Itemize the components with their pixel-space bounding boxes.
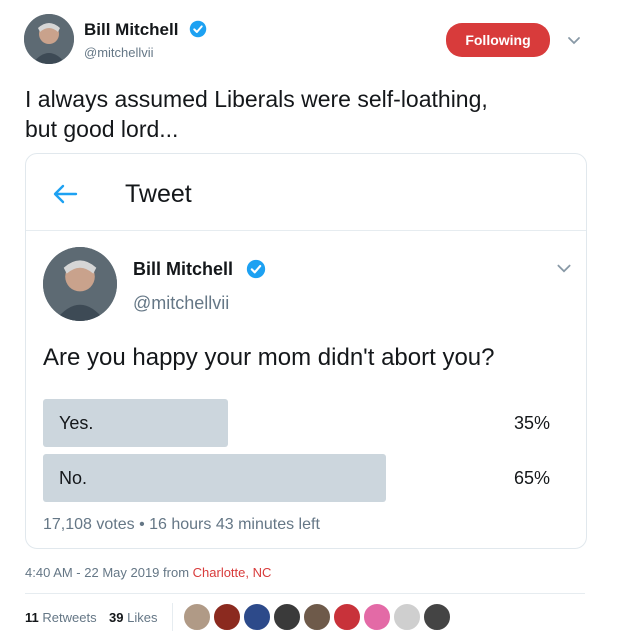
back-arrow-icon[interactable] bbox=[52, 183, 78, 205]
liker-avatar[interactable] bbox=[303, 603, 331, 631]
stats-divider bbox=[25, 593, 585, 594]
author-name[interactable]: Bill Mitchell bbox=[84, 20, 178, 40]
card-nav-title: Tweet bbox=[125, 180, 192, 208]
likes-count: 39 bbox=[109, 610, 124, 625]
author-handle[interactable]: @mitchellvii bbox=[84, 45, 154, 60]
verified-badge-icon bbox=[189, 20, 207, 38]
chevron-down-icon[interactable] bbox=[566, 33, 582, 49]
liker-avatar[interactable] bbox=[213, 603, 241, 631]
poll-option-label: No. bbox=[59, 468, 88, 488]
likes-label: Likes bbox=[127, 610, 158, 625]
likes-stat[interactable]: 39 Likes bbox=[109, 610, 157, 625]
liker-avatar[interactable] bbox=[423, 603, 451, 631]
retweets-stat[interactable]: 11 Retweets bbox=[25, 610, 97, 625]
tweet-text-line: I always assumed Liberals were self-loat… bbox=[25, 86, 488, 112]
poll-meta: 17,108 votes • 16 hours 43 minutes left bbox=[43, 516, 320, 533]
timestamp-text: 4:40 AM - 22 May 2019 from bbox=[25, 565, 193, 580]
liker-avatar[interactable] bbox=[333, 603, 361, 631]
tweet-timestamp[interactable]: 4:40 AM - 22 May 2019 from Charlotte, NC bbox=[25, 565, 271, 580]
poll-bar bbox=[43, 454, 386, 502]
poll-option-percent: 65% bbox=[514, 468, 551, 488]
liker-avatar[interactable] bbox=[243, 603, 271, 631]
verified-badge-icon bbox=[246, 259, 266, 279]
poll-option-label: Yes. bbox=[59, 413, 94, 433]
liker-avatar[interactable] bbox=[393, 603, 421, 631]
liker-avatar[interactable] bbox=[183, 603, 211, 631]
embedded-tweet-card[interactable]: Tweet Bill Mitchell @mitchellvii Are you… bbox=[25, 153, 587, 549]
embedded-author-handle[interactable]: @mitchellvii bbox=[133, 293, 229, 314]
location-link[interactable]: Charlotte, NC bbox=[193, 565, 272, 580]
tweet-text-line: but good lord... bbox=[25, 116, 179, 142]
embedded-author-avatar[interactable] bbox=[43, 247, 117, 321]
stats-separator bbox=[172, 603, 173, 631]
card-divider bbox=[26, 230, 586, 231]
liker-avatar[interactable] bbox=[363, 603, 391, 631]
retweets-count: 11 bbox=[25, 610, 39, 625]
liker-avatar[interactable] bbox=[273, 603, 301, 631]
tweet-text: I always assumed Liberals were self-loat… bbox=[25, 84, 595, 144]
embedded-author-name[interactable]: Bill Mitchell bbox=[133, 259, 233, 280]
retweets-label: Retweets bbox=[42, 610, 97, 625]
following-button[interactable]: Following bbox=[446, 23, 550, 57]
chevron-down-icon[interactable] bbox=[555, 260, 573, 278]
poll-question: Are you happy your mom didn't abort you? bbox=[43, 344, 495, 371]
author-avatar[interactable] bbox=[24, 14, 74, 64]
poll-option-percent: 35% bbox=[514, 413, 551, 433]
likers-avatars[interactable] bbox=[183, 603, 451, 631]
